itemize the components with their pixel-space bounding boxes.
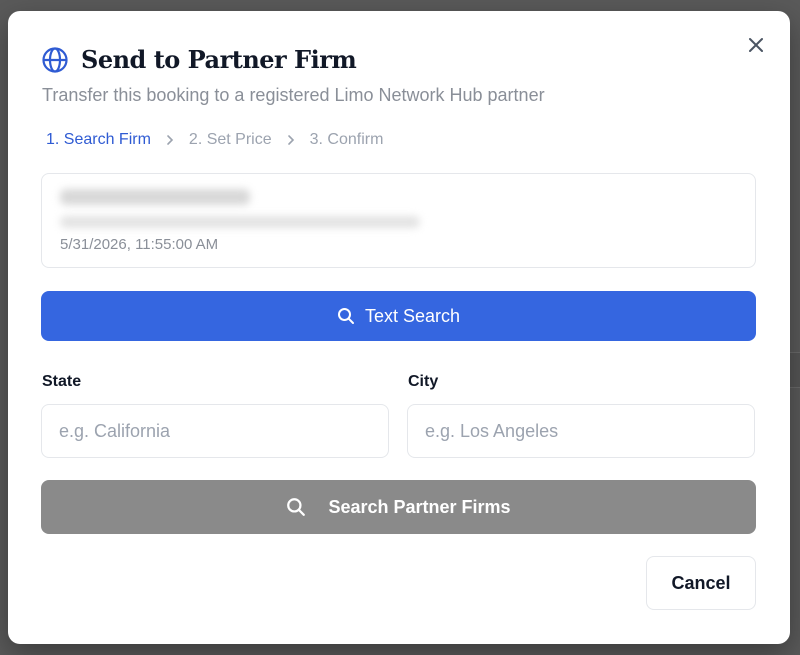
step-confirm: 3. Confirm	[309, 131, 384, 148]
search-partner-firms-button[interactable]: Search Partner Firms	[41, 480, 756, 534]
step-search-firm: 1. Search Firm	[46, 131, 151, 148]
redacted-booking-route	[60, 216, 420, 228]
modal-title: Send to Partner Firm	[81, 45, 357, 74]
close-button[interactable]	[744, 33, 768, 57]
state-label: State	[42, 373, 82, 390]
send-to-partner-modal: Send to Partner Firm Transfer this booki…	[8, 11, 790, 644]
text-search-label: Text Search	[364, 305, 461, 326]
cancel-button[interactable]: Cancel	[646, 556, 756, 610]
booking-summary-card: 5/31/2026, 11:55:00 AM	[41, 173, 756, 268]
city-label: City	[408, 373, 439, 390]
text-search-button[interactable]: Text Search	[41, 291, 756, 341]
globe-icon	[41, 46, 69, 74]
search-partner-firms-label: Search Partner Firms	[328, 496, 511, 517]
redacted-booking-name	[60, 189, 250, 205]
chevron-right-icon	[286, 134, 296, 146]
stepper: 1. Search Firm 2. Set Price 3. Confirm	[46, 131, 383, 149]
city-input[interactable]	[407, 404, 755, 458]
state-input[interactable]	[41, 404, 389, 458]
modal-header: Send to Partner Firm	[41, 45, 357, 74]
search-icon	[337, 307, 355, 325]
modal-subtitle: Transfer this booking to a registered Li…	[42, 85, 545, 105]
close-icon	[749, 38, 763, 52]
step-set-price: 2. Set Price	[188, 131, 272, 148]
booking-datetime: 5/31/2026, 11:55:00 AM	[60, 236, 219, 253]
chevron-right-icon	[165, 134, 175, 146]
search-icon	[286, 497, 306, 517]
